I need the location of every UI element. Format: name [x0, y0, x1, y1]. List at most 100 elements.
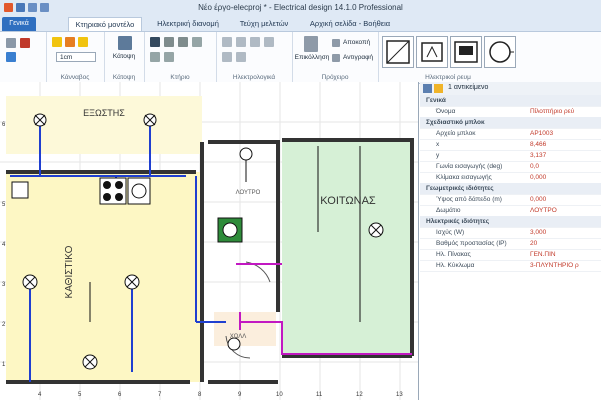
- group-electrical: Ηλεκτρολογικά: [216, 32, 293, 82]
- group-label-grid: Κάνναβος: [60, 74, 90, 81]
- tab-building-model[interactable]: Κτηριακό μοντέλο: [68, 17, 142, 31]
- room-label-balcony: ΕΞΩΣΤΗΣ: [83, 108, 125, 118]
- snap-icon[interactable]: [65, 37, 75, 47]
- floor-plan-drawing[interactable]: ΕΞΩΣΤΗΣ ΛΟΥΤΡΟ ΚΟΙΤΩΝΑΣ ΧΩΛΛ ΚΑΘΙΣΤΙΚΟ 6…: [0, 82, 418, 400]
- section-title: Σχεδιαστικό μπλοκ: [426, 119, 485, 126]
- property-key: Αρχείο μπλοκ: [436, 130, 476, 137]
- cut-button[interactable]: Αποκοπή: [343, 39, 370, 46]
- cable-icon[interactable]: [222, 52, 232, 62]
- grid-icon[interactable]: [52, 37, 62, 47]
- section-title: Γενικά: [426, 97, 446, 104]
- room-label-hall: ΧΩΛΛ: [230, 334, 247, 340]
- panel-icon[interactable]: [264, 37, 274, 47]
- tab-general[interactable]: Γενικά: [2, 17, 36, 31]
- property-key: Βαθμός προστασίας (IP): [436, 240, 507, 247]
- scale-select[interactable]: 1cm: [56, 52, 96, 62]
- circuit-icon[interactable]: [236, 52, 246, 62]
- property-value[interactable]: 0,000: [530, 194, 546, 205]
- property-value[interactable]: 0,0: [530, 161, 539, 172]
- properties-panel: 1 αντικείμενο Γενικά Όνομα Πίλοτπήριο ρεύ Σ…: [420, 82, 601, 400]
- rotate-icon[interactable]: [192, 37, 202, 47]
- room-label-living: ΚΑΘΙΣΤΙΚΟ: [64, 245, 75, 298]
- floor-plan-icon[interactable]: [118, 36, 132, 50]
- room-label-bedroom: ΚΟΙΤΩΝΑΣ: [320, 195, 376, 207]
- socket-icon[interactable]: [222, 37, 232, 47]
- symbol-cooker-icon[interactable]: [450, 36, 482, 68]
- ruler-left-3: 3: [2, 282, 6, 288]
- ruler-bottom-4: 4: [38, 392, 42, 398]
- copy-button[interactable]: Αντιγραφή: [343, 54, 373, 61]
- ruler-left-5: 5: [2, 202, 6, 208]
- property-value[interactable]: ΛΟΥΤΡΟ: [530, 205, 557, 216]
- symbol-oven-icon[interactable]: [382, 36, 414, 68]
- categorized-icon[interactable]: [423, 84, 432, 93]
- select-icon[interactable]: [6, 38, 16, 48]
- symbol-washer-icon[interactable]: [484, 36, 516, 68]
- pointer-icon[interactable]: [150, 37, 160, 47]
- sort-icon[interactable]: [434, 84, 443, 93]
- property-row[interactable]: Ηλ. Κύκλωμα 3-ΠΛΥΝΤΗΡΙΟ ρ: [420, 260, 601, 272]
- ruler-left-6: 6: [2, 122, 6, 128]
- ribbon: 1cm Κάνναβος Κάτοψη Κάτοψη Κτήριο Ηλεκτρ…: [0, 31, 601, 84]
- group-label-clipboard: Πρόχειρο: [321, 74, 349, 81]
- window-title: Νέο έργο-elecproj * - Electrical design …: [198, 3, 403, 12]
- paste-icon[interactable]: [304, 36, 318, 52]
- property-value[interactable]: 3-ΠΛΥΝΤΗΡΙΟ ρ: [530, 260, 579, 271]
- property-value[interactable]: 3,137: [530, 150, 546, 161]
- paste-button[interactable]: Επικόλληση: [292, 54, 332, 61]
- section-title: Ηλεκτρικές ιδιότητες: [426, 218, 490, 225]
- ruler-bottom-11: 11: [316, 392, 323, 398]
- group-clipboard: Επικόλληση Αποκοπή Αντιγραφή Πρόχειρο: [292, 32, 379, 82]
- property-value[interactable]: 20: [530, 238, 537, 249]
- ruler-bottom-9: 9: [238, 392, 242, 398]
- group-building: Κτήριο: [144, 32, 217, 82]
- group-grid: 1cm Κάνναβος: [46, 32, 105, 82]
- light-icon[interactable]: [236, 37, 246, 47]
- ruler-left-2: 2: [2, 322, 6, 328]
- group-label-floor: Κάτοψη: [112, 74, 136, 81]
- hall-fill: [214, 312, 276, 346]
- door-icon[interactable]: [164, 52, 174, 62]
- property-key: y: [436, 152, 440, 159]
- cut-icon[interactable]: [332, 39, 340, 47]
- tab-home-help[interactable]: Αρχική σελίδα - Βοήθεια: [300, 17, 400, 30]
- ortho-icon[interactable]: [78, 37, 88, 47]
- property-value[interactable]: Πίλοτπήριο ρεύ: [530, 106, 574, 117]
- property-key: Γωνία εισαγωγής (deg): [436, 163, 503, 170]
- ruler-bottom-5: 5: [78, 392, 82, 398]
- symbol-heater-icon[interactable]: [416, 36, 448, 68]
- group-symbols: Ηλεκτρικοί ρευμ: [378, 32, 528, 82]
- property-value[interactable]: ΑΡ1003: [530, 128, 553, 139]
- tab-electrical-distribution[interactable]: Ηλεκτρική διανομή: [148, 17, 228, 30]
- ruler-bottom-13: 13: [396, 392, 403, 398]
- pin-icon[interactable]: [20, 38, 30, 48]
- wall-icon[interactable]: [150, 52, 160, 62]
- properties-toolbar: 1 αντικείμενο: [420, 82, 601, 96]
- move-icon[interactable]: [178, 37, 188, 47]
- ruler-bottom-8: 8: [198, 392, 202, 398]
- property-value[interactable]: 0,000: [530, 172, 546, 183]
- property-value[interactable]: 3,000: [530, 227, 546, 238]
- ruler-bottom-10: 10: [276, 392, 283, 398]
- ruler-bottom-12: 12: [356, 392, 363, 398]
- property-key: Δωμάτιο: [436, 207, 461, 214]
- zoom-in-icon[interactable]: [164, 37, 174, 47]
- property-value[interactable]: ΓΕΝ.ΠΙΝ: [530, 249, 556, 260]
- property-key: Όνομα: [436, 108, 456, 115]
- property-value[interactable]: 8,466: [530, 139, 546, 150]
- floor-plan-button[interactable]: Κάτοψη: [104, 53, 144, 60]
- room-label-bathroom: ΛΟΥΤΡΟ: [236, 190, 261, 196]
- property-key: Ισχύς (W): [436, 229, 465, 236]
- copy-icon[interactable]: [332, 54, 340, 62]
- ruler-bottom-7: 7: [158, 392, 162, 398]
- property-key: Ύψος από δάπεδο (m): [436, 196, 502, 203]
- group-label-symbols: Ηλεκτρικοί ρευμ: [425, 74, 471, 81]
- ruler-left-1: 1: [2, 362, 6, 368]
- bedroom-fill: [282, 140, 412, 354]
- tab-study-documents[interactable]: Τεύχη μελετών: [232, 17, 296, 30]
- group-label-building: Κτήριο: [170, 74, 190, 81]
- selection-count: 1 αντικείμενο: [448, 84, 489, 91]
- zoom-icon[interactable]: [6, 52, 16, 62]
- switch-icon[interactable]: [250, 37, 260, 47]
- drawing-canvas[interactable]: ΕΞΩΣΤΗΣ ΛΟΥΤΡΟ ΚΟΙΤΩΝΑΣ ΧΩΛΛ ΚΑΘΙΣΤΙΚΟ 6…: [0, 82, 419, 400]
